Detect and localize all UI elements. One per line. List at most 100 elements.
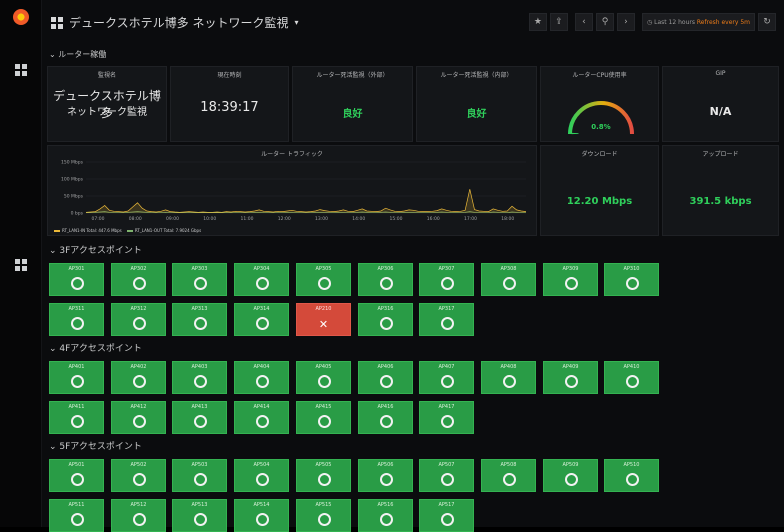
ap-tile[interactable]: AP307	[419, 263, 474, 296]
ap-tile[interactable]: AP403	[172, 361, 227, 394]
ap-tile[interactable]: AP411	[49, 401, 104, 434]
refresh-interval-label: Refresh every 5m	[696, 18, 750, 26]
ap-tile[interactable]: AP410	[604, 361, 659, 394]
star-icon[interactable]: ★	[528, 13, 547, 31]
panel-title: GIP	[715, 70, 726, 77]
ok-circle-icon	[194, 317, 207, 330]
panel-router-cpu: ルーターCPU使用率 0.8%	[540, 66, 659, 142]
ap-tile[interactable]: AP516	[358, 499, 413, 532]
ap-tile[interactable]: AP505	[296, 459, 351, 492]
refresh-icon[interactable]: ↻	[758, 13, 776, 31]
ap-tile[interactable]: AP306	[358, 263, 413, 296]
ap-tile[interactable]: AP510	[604, 459, 659, 492]
caret-down-icon[interactable]: ▾	[294, 18, 298, 27]
legend-item-in[interactable]: RT_LAN1-IN Total: 447.6 Mbps	[54, 228, 122, 233]
ap-tile[interactable]: AP504	[234, 459, 289, 492]
ok-circle-icon	[256, 473, 269, 486]
ap-tile[interactable]: AP517	[419, 499, 474, 532]
row-title-4f[interactable]: ⌄ 4Fアクセスポイント	[49, 341, 142, 354]
panel-current-time: 現在時刻 18:39:17	[170, 66, 289, 142]
y-tick-label: 150 Mbps	[61, 160, 84, 166]
panel-router-internal: ルーター死活監視（内部） 良好	[416, 66, 537, 142]
zoom-out-icon[interactable]: ⚲	[595, 13, 614, 31]
ap-tile[interactable]: AP514	[234, 499, 289, 532]
ap-tile[interactable]: AP511	[49, 499, 104, 532]
panel-title: アップロード	[702, 151, 739, 158]
row-title-3f[interactable]: ⌄ 3Fアクセスポイント	[49, 243, 142, 256]
ap-label: AP310	[623, 266, 640, 272]
ap-tile[interactable]: AP408	[481, 361, 536, 394]
row-title-5f[interactable]: ⌄ 5Fアクセスポイント	[49, 439, 142, 452]
ok-circle-icon	[565, 277, 578, 290]
ap-tile[interactable]: AP508	[481, 459, 536, 492]
ap-label: AP417	[438, 404, 455, 410]
ap-tile[interactable]: AP406	[358, 361, 413, 394]
ap-tile[interactable]: AP316	[358, 303, 413, 336]
ap-tile[interactable]: AP413	[172, 401, 227, 434]
ap-tile[interactable]: AP415	[296, 401, 351, 434]
ap-tile[interactable]: AP513	[172, 499, 227, 532]
navbar-buttons: ★ ⇪ ‹ ⚲ › ◷ Last 12 hours Refresh every …	[528, 13, 776, 31]
ap-tile[interactable]: AP417	[419, 401, 474, 434]
ap-tile[interactable]: AP507	[419, 459, 474, 492]
ok-circle-icon	[256, 375, 269, 388]
ap-tile[interactable]: AP310	[604, 263, 659, 296]
ok-circle-icon	[503, 277, 516, 290]
ap-tile[interactable]: AP412	[111, 401, 166, 434]
dashboards-icon[interactable]	[15, 64, 27, 76]
ap-tile[interactable]: AP414	[234, 401, 289, 434]
legend-item-out[interactable]: RT_LAN1-OUT Total: 7.9024 Gbps	[126, 228, 201, 233]
ap-tile[interactable]: AP407	[419, 361, 474, 394]
ap-tile[interactable]: AP308	[481, 263, 536, 296]
ap-tile[interactable]: AP317	[419, 303, 474, 336]
row-title-router[interactable]: ⌄ ルーター稼働	[49, 49, 106, 60]
ap-label: AP416	[377, 404, 394, 410]
ap-tile[interactable]: AP506	[358, 459, 413, 492]
ap-label: AP305	[315, 266, 332, 272]
ap-label: AP401	[68, 364, 85, 370]
ap-tile[interactable]: AP503	[172, 459, 227, 492]
ap-tile[interactable]: AP309	[543, 263, 598, 296]
apps-icon[interactable]	[15, 259, 27, 271]
ap-tile[interactable]: AP405	[296, 361, 351, 394]
ap-tile[interactable]: AP313	[172, 303, 227, 336]
ap-tile[interactable]: AP416	[358, 401, 413, 434]
ap-tile[interactable]: AP312	[111, 303, 166, 336]
ap-label: AP517	[438, 502, 455, 508]
router-external-status: 良好	[342, 109, 363, 120]
share-icon[interactable]: ⇪	[549, 13, 568, 31]
ap-tile[interactable]: AP314	[234, 303, 289, 336]
ap-tile[interactable]: AP512	[111, 499, 166, 532]
chevron-right-icon[interactable]: ›	[616, 13, 635, 31]
ap-label: AP414	[253, 404, 270, 410]
ap-tile[interactable]: AP409	[543, 361, 598, 394]
ap-tile[interactable]: AP501	[49, 459, 104, 492]
time-picker[interactable]: ◷ Last 12 hours Refresh every 5m	[641, 13, 755, 31]
dashboard-picker[interactable]: デュークスホテル博多 ネットワーク監視 ▾	[51, 14, 298, 31]
ap-tile[interactable]: AP303	[172, 263, 227, 296]
x-tick-label: 17:00	[464, 216, 477, 222]
ap-tile[interactable]: AP509	[543, 459, 598, 492]
ap-tile[interactable]: AP404	[234, 361, 289, 394]
ok-circle-icon	[133, 375, 146, 388]
ap-tile[interactable]: AP502	[111, 459, 166, 492]
ok-circle-icon	[380, 513, 393, 526]
ap-tile[interactable]: AP301	[49, 263, 104, 296]
ap-label: AP303	[191, 266, 208, 272]
traffic-graph[interactable]: 150 Mbps 100 Mbps 50 Mbps 0 bps 07:00 08:00 09…	[48, 146, 536, 235]
chevron-down-icon: ⌄	[49, 442, 60, 452]
download-value: 12.20 Mbps	[566, 196, 633, 207]
dashboard-title[interactable]: デュークスホテル博多 ネットワーク監視	[69, 14, 288, 31]
grafana-logo-icon[interactable]	[13, 9, 29, 25]
ap-tile[interactable]: AP311	[49, 303, 104, 336]
ap-tile[interactable]: AP515	[296, 499, 351, 532]
ap-tile[interactable]: AP304	[234, 263, 289, 296]
ap-tile[interactable]: AP305	[296, 263, 351, 296]
chevron-left-icon[interactable]: ‹	[574, 13, 593, 31]
ap-tile[interactable]: AP401	[49, 361, 104, 394]
ap-tile[interactable]: AP302	[111, 263, 166, 296]
ok-circle-icon	[256, 513, 269, 526]
panel-title: ルーター死活監視（外部）	[316, 72, 389, 79]
ap-tile[interactable]: AP210 ✕	[296, 303, 351, 336]
ap-tile[interactable]: AP402	[111, 361, 166, 394]
